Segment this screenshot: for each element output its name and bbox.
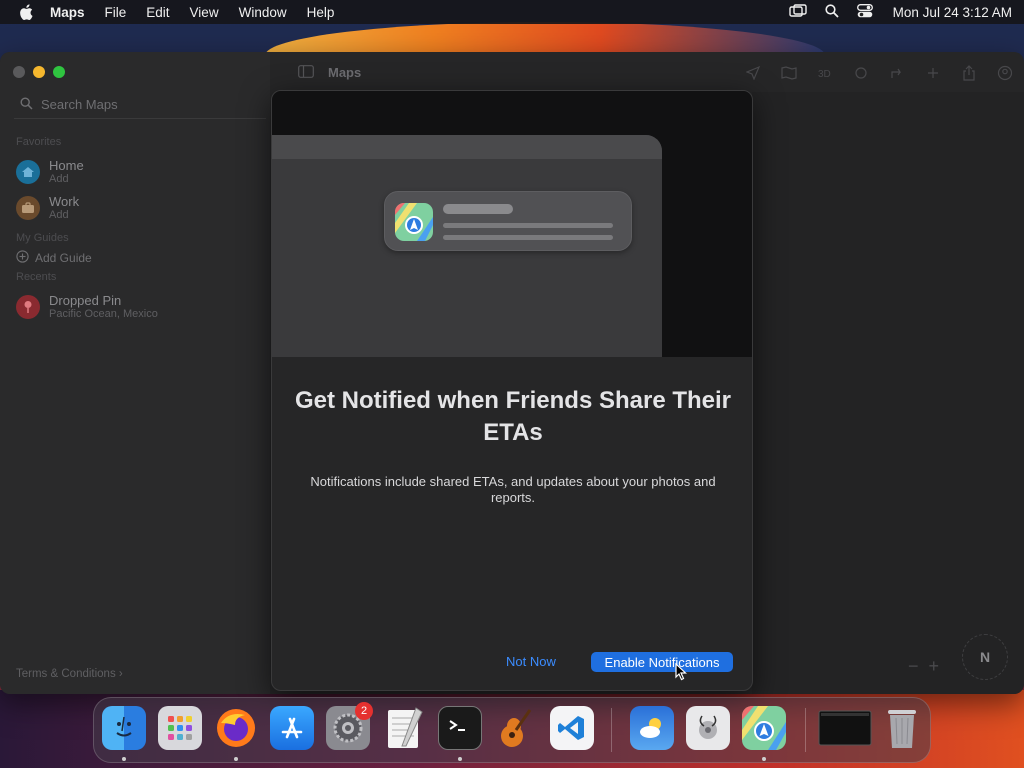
sidebar-toggle-icon[interactable] xyxy=(298,65,314,83)
recent-subtitle: Pacific Ocean, Mexico xyxy=(49,308,158,320)
add-icon[interactable] xyxy=(924,64,941,81)
account-icon[interactable] xyxy=(996,64,1013,81)
enable-notifications-button[interactable]: Enable Notifications xyxy=(591,652,733,672)
recents-label: Recents xyxy=(16,271,57,283)
home-icon xyxy=(16,159,40,184)
menu-app-name[interactable]: Maps xyxy=(50,5,85,20)
notifications-sheet: Get Notified when Friends Share Their ET… xyxy=(271,90,753,691)
vscode-icon[interactable] xyxy=(550,706,594,750)
favorite-title: Home xyxy=(49,158,84,173)
favorites-label: Favorites xyxy=(16,136,62,148)
terms-label: Terms & Conditions xyxy=(16,668,116,680)
pin-icon xyxy=(16,294,40,319)
disk-utility-icon[interactable] xyxy=(686,706,730,750)
menu-help[interactable]: Help xyxy=(307,5,335,20)
sidebar: Search Maps Favorites Home Add Work Add … xyxy=(0,52,270,694)
look-around-icon[interactable] xyxy=(852,64,869,81)
dock xyxy=(93,697,931,763)
svg-text:3D: 3D xyxy=(818,69,831,80)
terminal-icon[interactable] xyxy=(438,706,482,750)
sheet-title: Get Notified when Friends Share Their ET… xyxy=(294,387,732,446)
not-now-button[interactable]: Not Now xyxy=(506,654,556,669)
recent-title: Dropped Pin xyxy=(49,293,122,308)
minimize-window-button[interactable] xyxy=(33,66,45,78)
illustration-notification xyxy=(384,191,632,251)
map-view[interactable] xyxy=(752,92,1024,694)
launchpad-icon[interactable] xyxy=(158,706,202,750)
zoom-window-button[interactable] xyxy=(53,66,65,78)
map-mode-icon[interactable] xyxy=(780,64,797,81)
maps-icon[interactable] xyxy=(742,706,786,750)
plus-circle-icon xyxy=(16,250,29,266)
menu-clock[interactable]: Mon Jul 24 3:12 AM xyxy=(893,5,1012,20)
add-guide-button[interactable]: Add Guide xyxy=(16,250,92,266)
zoom-out-button[interactable]: − xyxy=(908,656,919,677)
search-input[interactable]: Search Maps xyxy=(41,97,118,112)
terms-and-conditions-link[interactable]: Terms & Conditions › xyxy=(16,668,123,680)
favorite-subtitle: Add xyxy=(49,173,69,185)
garageband-icon[interactable] xyxy=(494,706,538,750)
chevron-right-icon: › xyxy=(118,668,123,680)
zoom-in-button[interactable]: + xyxy=(929,656,940,677)
favorite-home[interactable]: Home Add xyxy=(16,158,84,185)
textedit-icon[interactable] xyxy=(382,706,426,750)
close-window-button[interactable] xyxy=(13,66,25,78)
compass[interactable]: N xyxy=(962,634,1008,680)
app-store-icon[interactable] xyxy=(270,706,314,750)
firefox-icon[interactable] xyxy=(214,706,258,750)
zoom-controls: − + xyxy=(908,656,939,677)
menu-bar: Maps File Edit View Window Help Mon Jul … xyxy=(0,0,1024,24)
menu-view[interactable]: View xyxy=(190,5,219,20)
mouse-cursor-icon xyxy=(675,662,688,686)
menu-edit[interactable]: Edit xyxy=(146,5,169,20)
search-field[interactable]: Search Maps xyxy=(14,91,266,119)
recent-dropped-pin[interactable]: Dropped Pin Pacific Ocean, Mexico xyxy=(16,293,158,320)
window-thumbnail-icon[interactable] xyxy=(818,706,872,750)
briefcase-icon xyxy=(16,195,40,220)
3d-icon[interactable]: 3D xyxy=(816,64,833,81)
spotlight-search-icon[interactable] xyxy=(825,3,839,21)
hero-illustration xyxy=(272,91,752,357)
trash-icon[interactable] xyxy=(880,706,924,750)
toolbar: 3D xyxy=(744,64,1013,81)
favorite-title: Work xyxy=(49,194,80,209)
finder-icon[interactable] xyxy=(102,706,146,750)
favorite-work[interactable]: Work Add xyxy=(16,194,79,221)
my-guides-label: My Guides xyxy=(16,232,69,244)
menu-file[interactable]: File xyxy=(105,5,127,20)
weather-icon[interactable] xyxy=(630,706,674,750)
location-arrow-icon[interactable] xyxy=(744,64,761,81)
window-title: Maps xyxy=(328,65,362,80)
settings-notification-badge: 2 xyxy=(355,702,373,720)
maps-icon xyxy=(395,203,433,241)
directions-icon[interactable] xyxy=(888,64,905,81)
sheet-description: Notifications include shared ETAs, and u… xyxy=(310,474,716,505)
add-guide-label: Add Guide xyxy=(35,251,92,265)
favorite-subtitle: Add xyxy=(49,209,69,221)
search-icon xyxy=(20,96,33,113)
menu-window[interactable]: Window xyxy=(239,5,287,20)
share-icon[interactable] xyxy=(960,64,977,81)
screen-mirroring-icon[interactable] xyxy=(788,3,807,21)
window-controls xyxy=(13,66,65,78)
apple-menu-icon[interactable] xyxy=(12,4,40,20)
control-center-icon[interactable] xyxy=(856,3,873,21)
